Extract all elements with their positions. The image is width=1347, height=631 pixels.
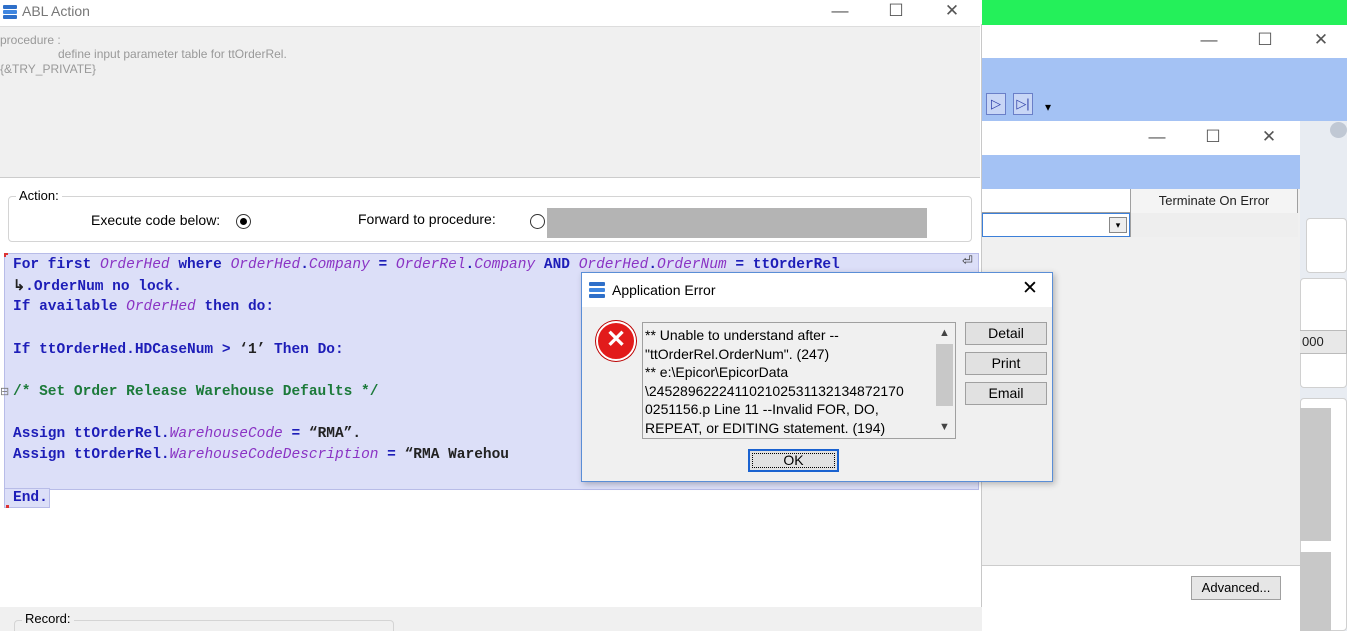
background-toolbar (982, 58, 1347, 121)
code-token: WarehouseCode (169, 426, 283, 442)
code-token: WarehouseCodeDescription (169, 447, 379, 463)
code-token: OrderHed (230, 257, 301, 273)
grid-cell[interactable] (1130, 213, 1298, 237)
code-line: If ttOrderHed.HDCaseNum > ‘1’ Then Do: (13, 342, 344, 358)
procedure-line: procedure : (0, 33, 61, 47)
fold-icon[interactable]: ⊟ (0, 385, 9, 399)
close-button[interactable]: ✕ (942, 1, 962, 21)
scroll-up-icon[interactable]: ▲ (936, 327, 953, 339)
code-token: Company (308, 257, 370, 273)
chevron-down-icon[interactable]: ▾ (1109, 217, 1127, 233)
code-line: If available OrderHed then do: (13, 299, 274, 315)
code-line: For first OrderHed where OrderHed.Compan… (13, 257, 840, 273)
error-icon: ✕ (596, 321, 636, 361)
selection-marker (4, 253, 8, 257)
minimize-button[interactable]: — (1147, 127, 1167, 147)
code-token: If available (13, 299, 127, 315)
code-line: /* Set Order Release Warehouse Defaults … (13, 384, 378, 400)
print-button[interactable]: Print (965, 352, 1047, 375)
code-token: . (648, 257, 658, 273)
side-scroll-area (1300, 552, 1331, 631)
selection-marker (6, 505, 9, 508)
code-token: Company (474, 257, 536, 273)
maximize-button[interactable]: ☐ (1255, 30, 1275, 50)
close-button[interactable]: ✕ (1311, 30, 1331, 50)
next-record-button[interactable]: ▷ (986, 93, 1006, 115)
code-token: /* Set Order Release Warehouse Defaults … (13, 384, 379, 400)
record-legend: Record: (22, 611, 74, 626)
action-legend: Action: (16, 188, 62, 203)
close-button[interactable]: ✕ (1022, 277, 1038, 300)
background-dialog-titlebar (982, 121, 1300, 155)
code-token: For first (13, 257, 101, 273)
detail-button[interactable]: Detail (965, 322, 1047, 345)
maximize-button[interactable]: ☐ (1203, 127, 1223, 147)
code-token: Assign ttOrderRel. (13, 426, 170, 442)
background-window-titlebar (982, 25, 1347, 58)
code-token: Then Do: (265, 342, 344, 358)
code-token: where (169, 257, 231, 273)
execute-code-label[interactable]: Execute code below: (91, 212, 220, 228)
database-icon (3, 5, 17, 19)
procedure-line: define input parameter table for ttOrder… (58, 47, 287, 61)
side-value-field[interactable]: 000 (1297, 330, 1347, 354)
grid-combo-cell[interactable] (982, 213, 1130, 237)
code-token: Assign ttOrderRel. (13, 447, 170, 463)
code-line: Assign ttOrderRel.WarehouseCode = “RMA”. (13, 426, 361, 442)
code-token: ‘1’ (239, 342, 266, 358)
code-selection[interactable]: End. (4, 488, 50, 508)
code-token: End. (13, 490, 48, 506)
last-record-button[interactable]: ▷| (1013, 93, 1033, 115)
dialog-title: Application Error (612, 282, 716, 298)
ok-button[interactable]: OK (748, 449, 839, 472)
grid-column-header[interactable]: Terminate On Error (1130, 189, 1298, 213)
error-message-box[interactable]: ** Unable to understand after -- "ttOrde… (642, 322, 956, 439)
code-token: . (300, 257, 309, 273)
code-token: “RMA”. (308, 426, 362, 442)
side-scroll-area (1300, 408, 1331, 541)
advanced-button[interactable]: Advanced... (1191, 576, 1281, 600)
minimize-button[interactable]: — (830, 1, 850, 21)
code-token: “RMA Warehou (404, 447, 510, 463)
word-wrap-icon: ⏎ (962, 254, 973, 269)
background-dialog-header (982, 155, 1300, 189)
code-token: = ttOrderRel (726, 257, 840, 273)
code-token: AND (535, 257, 579, 273)
scroll-down-icon[interactable]: ▼ (936, 421, 953, 433)
close-button[interactable]: ✕ (1259, 127, 1279, 147)
code-token: . (465, 257, 475, 273)
code-token: then do: (195, 299, 275, 315)
side-panel-box (1306, 218, 1347, 273)
minimize-button[interactable]: — (1199, 30, 1219, 50)
code-line: ↳.OrderNum no lock. (13, 278, 182, 295)
nav-dropdown-icon[interactable]: ▾ (1045, 100, 1051, 114)
window-title: ABL Action (22, 3, 90, 19)
code-token: .OrderNum no lock. (25, 279, 182, 295)
database-icon (589, 282, 605, 298)
background-window-bar (982, 0, 1347, 25)
code-token: OrderRel (395, 257, 466, 273)
code-token: = (282, 426, 309, 442)
code-token: If ttOrderHed.HDCaseNum > (13, 342, 240, 358)
focus-rect (752, 453, 835, 468)
code-token: OrderHed (100, 257, 170, 273)
code-token: = (369, 257, 396, 273)
code-token: OrderHed (126, 299, 196, 315)
code-line: End. (13, 490, 48, 506)
procedure-line: {&TRY_PRIVATE} (0, 62, 97, 76)
code-token: ↳ (13, 279, 26, 295)
forward-procedure-input[interactable] (547, 208, 927, 238)
code-token: OrderNum (657, 257, 727, 273)
code-token: = (378, 447, 405, 463)
code-token: OrderHed (578, 257, 649, 273)
scrollbar-thumb[interactable] (936, 344, 953, 406)
email-button[interactable]: Email (965, 382, 1047, 405)
maximize-button[interactable]: ☐ (886, 1, 906, 21)
code-line: Assign ttOrderRel.WarehouseCodeDescripti… (13, 447, 509, 463)
orb-icon (1330, 122, 1347, 138)
forward-procedure-label[interactable]: Forward to procedure: (358, 211, 496, 227)
